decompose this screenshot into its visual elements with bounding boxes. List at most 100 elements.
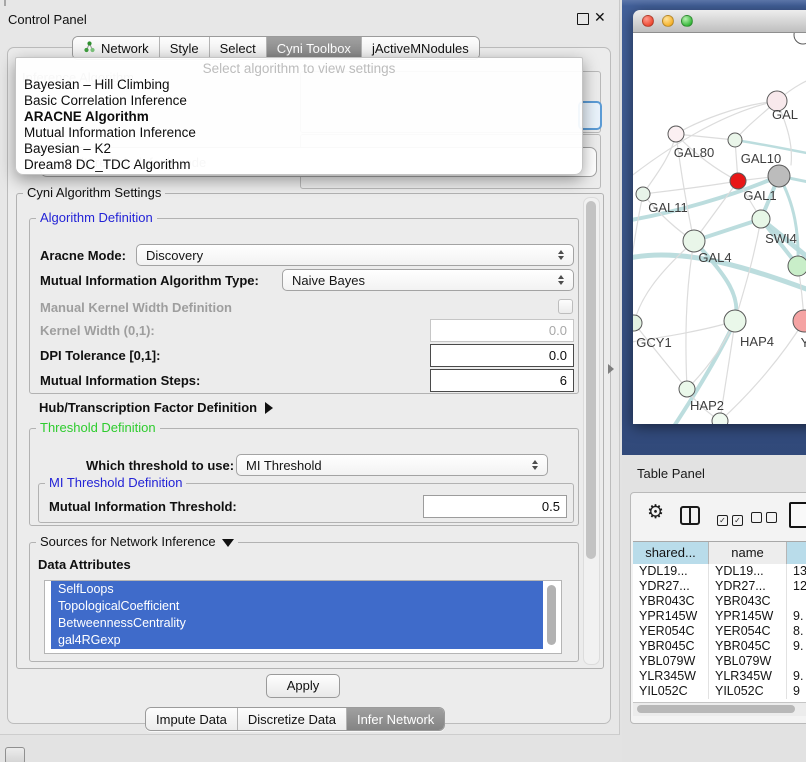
data-attribute-item[interactable]: TopologicalCoefficient [51, 598, 543, 615]
list-scrollbar-thumb[interactable] [547, 585, 556, 645]
column-header-shared[interactable]: shared... [633, 542, 709, 564]
table-cell[interactable]: YPR145W [633, 609, 709, 624]
table-cell[interactable]: 8. [787, 624, 806, 639]
table-cell[interactable]: YBL079W [709, 654, 787, 669]
table-cell[interactable]: YIL052C [633, 684, 709, 699]
table-cell[interactable]: YBR043C [709, 594, 787, 609]
table-cell[interactable]: YBR045C [709, 639, 787, 654]
network-node[interactable] [794, 33, 806, 44]
settings-scrollbar-thumb[interactable] [586, 201, 596, 559]
tab-select[interactable]: Select [210, 37, 267, 59]
table-cell[interactable]: YBR043C [633, 594, 709, 609]
network-edge[interactable] [633, 194, 643, 307]
data-attributes-list: SelfLoopsTopologicalCoefficientBetweenne… [44, 580, 562, 654]
tab-style[interactable]: Style [160, 37, 210, 59]
algorithm-option-basic-correlation-inference[interactable]: Basic Correlation Inference [16, 93, 582, 109]
table-cell[interactable]: YBL079W [633, 654, 709, 669]
which-threshold-combobox[interactable]: MI Threshold [236, 454, 548, 476]
network-node-y[interactable] [793, 310, 806, 332]
tab-network[interactable]: Network [73, 37, 160, 59]
document-icon[interactable] [789, 502, 806, 528]
gear-icon[interactable]: ⚙ [647, 503, 664, 523]
network-node-gal1[interactable] [730, 173, 746, 189]
settings-scrollbar-track[interactable] [583, 197, 600, 665]
network-node-swi4[interactable] [752, 210, 770, 228]
minimize-traffic-light-icon[interactable] [662, 15, 674, 27]
close-traffic-light-icon[interactable] [642, 15, 654, 27]
table-cell[interactable]: YLR345W [633, 669, 709, 684]
column-header-cut[interactable] [787, 542, 806, 564]
hub-definition-expander[interactable]: Hub/Transcription Factor Definition [39, 400, 273, 415]
table-cell[interactable] [787, 654, 806, 669]
minimized-panel-icon[interactable] [5, 747, 25, 762]
table-cell[interactable]: YDL19... [709, 564, 787, 579]
table-cell[interactable]: 9. [787, 669, 806, 684]
close-icon[interactable]: ✕ [594, 9, 606, 25]
tab-infer-network[interactable]: Infer Network [347, 708, 444, 730]
table-hscrollbar-track[interactable] [633, 702, 806, 716]
network-edge[interactable] [643, 181, 738, 194]
network-edge[interactable] [686, 241, 694, 389]
tab-discretize-data[interactable]: Discretize Data [238, 708, 347, 730]
tab-jactivemnodules[interactable]: jActiveMNodules [362, 37, 479, 59]
table-cell[interactable]: 9. [787, 609, 806, 624]
select-all-columns-icon[interactable]: ✓✓ [717, 510, 747, 528]
table-cell[interactable]: 9. [787, 639, 806, 654]
data-attribute-item[interactable]: BetweennessCentrality [51, 615, 543, 632]
network-edge[interactable] [634, 323, 687, 389]
table-cell[interactable]: 12 [787, 579, 806, 594]
network-node-gcy1[interactable] [633, 315, 642, 331]
kernel-width-field[interactable]: 0.0 [430, 319, 574, 342]
mi-algorithm-type-combobox[interactable]: Naive Bayes [282, 269, 574, 291]
sources-group-title[interactable]: Sources for Network Inference [36, 535, 238, 549]
algorithm-option-bayesian-k2[interactable]: Bayesian – K2 [16, 141, 582, 157]
network-edge[interactable] [633, 101, 777, 181]
table-cell[interactable] [787, 594, 806, 609]
network-node[interactable] [712, 413, 728, 424]
mi-threshold-field[interactable]: 0.5 [423, 495, 567, 518]
algorithm-option-aracne-algorithm[interactable]: ARACNE Algorithm [16, 109, 582, 125]
aracne-mode-combobox[interactable]: Discovery [136, 244, 574, 266]
network-node[interactable] [788, 256, 806, 276]
data-attribute-item[interactable]: gal4RGexp [51, 632, 543, 649]
network-node[interactable] [768, 165, 790, 187]
float-window-icon[interactable] [577, 13, 589, 25]
table-cell[interactable]: YIL052C [709, 684, 787, 699]
panel-splitter-arrow-icon[interactable] [608, 364, 614, 374]
table-cell[interactable]: 9 [787, 684, 806, 699]
table-cell[interactable]: 13 [787, 564, 806, 579]
network-node-gal11[interactable] [636, 187, 650, 201]
table-hscrollbar-thumb[interactable] [637, 705, 795, 713]
network-edge[interactable] [773, 419, 806, 424]
network-node-gal80[interactable] [668, 126, 684, 142]
network-node-gal10[interactable] [728, 133, 742, 147]
table-cell[interactable]: YER054C [709, 624, 787, 639]
tab-impute-data[interactable]: Impute Data [146, 708, 238, 730]
table-cell[interactable]: YDR27... [709, 579, 787, 594]
network-node-hap4[interactable] [724, 310, 746, 332]
table-cell[interactable]: YDL19... [633, 564, 709, 579]
split-columns-icon[interactable] [680, 506, 700, 525]
dpi-tolerance-field[interactable]: 0.0 [430, 344, 574, 367]
sources-group: Sources for Network Inference Data Attri… [29, 542, 579, 662]
algorithm-option-mutual-information-inference[interactable]: Mutual Information Inference [16, 125, 582, 141]
network-canvas[interactable]: GALGAL80GAL10GAL1GAL11SWI4GAL4GCY1HAP4YH… [633, 33, 806, 424]
table-cell[interactable]: YER054C [633, 624, 709, 639]
table-cell[interactable]: YPR145W [709, 609, 787, 624]
column-header-name[interactable]: name [709, 542, 787, 564]
deselect-all-columns-icon[interactable] [751, 510, 781, 528]
network-node-gal4[interactable] [683, 230, 705, 252]
algorithm-option-bayesian-hill-climbing[interactable]: Bayesian – Hill Climbing [16, 77, 582, 93]
manual-kernel-width-checkbox[interactable] [558, 299, 573, 314]
table-cell[interactable]: YBR045C [633, 639, 709, 654]
table-cell[interactable]: YDR27... [633, 579, 709, 594]
network-window-titlebar[interactable] [633, 10, 806, 33]
network-node-hap2[interactable] [679, 381, 695, 397]
data-attribute-item[interactable]: SelfLoops [51, 581, 543, 598]
algorithm-option-dream8-dc-tdc-algorithm[interactable]: Dream8 DC_TDC Algorithm [16, 157, 582, 173]
table-cell[interactable]: YLR345W [709, 669, 787, 684]
tab-cyni-toolbox[interactable]: Cyni Toolbox [267, 37, 362, 59]
apply-button[interactable]: Apply [266, 674, 340, 698]
zoom-traffic-light-icon[interactable] [681, 15, 693, 27]
mi-steps-field[interactable]: 6 [430, 369, 574, 392]
